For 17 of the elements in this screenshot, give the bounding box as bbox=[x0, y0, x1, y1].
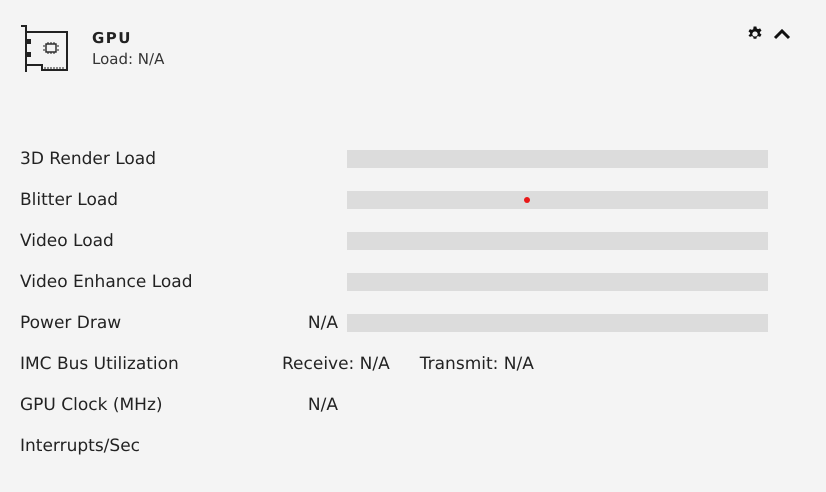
metric-label: 3D Render Load bbox=[20, 148, 158, 168]
marker-dot bbox=[524, 196, 530, 202]
metric-value: N/A bbox=[306, 394, 338, 414]
metric-label: Video Load bbox=[20, 230, 115, 250]
metric-label: Video Enhance Load bbox=[20, 272, 194, 292]
metric-label: Power Draw bbox=[20, 312, 122, 332]
transmit-reading: Transmit: N/A bbox=[420, 354, 534, 374]
metric-label: IMC Bus Utilization bbox=[20, 354, 180, 374]
metric-label: GPU Clock (MHz) bbox=[20, 394, 164, 414]
metric-label: Interrupts/Sec bbox=[20, 436, 142, 456]
metric-value: N/A bbox=[306, 312, 338, 332]
graphics-card-icon bbox=[20, 24, 70, 74]
load-reading: Load: N/A bbox=[92, 49, 164, 70]
receive-reading: Receive: N/A bbox=[282, 354, 390, 374]
metric-label: Blitter Load bbox=[20, 190, 120, 210]
card-title: GPU bbox=[92, 28, 133, 48]
collapse-icon[interactable] bbox=[773, 28, 791, 40]
